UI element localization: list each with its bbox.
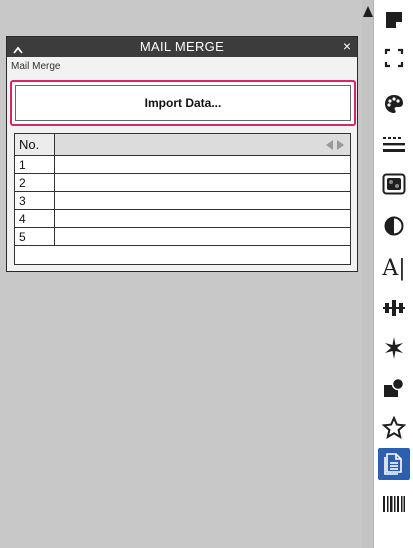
frame-corners-icon[interactable] xyxy=(378,42,410,74)
workspace: MAIL MERGE × Mail Merge Import Data... N… xyxy=(0,0,362,548)
table-row[interactable]: 3 xyxy=(15,192,350,210)
table-row[interactable]: 4 xyxy=(15,210,350,228)
row-number: 5 xyxy=(15,228,55,245)
pattern-icon[interactable] xyxy=(378,168,410,200)
import-highlight: Import Data... xyxy=(10,80,356,126)
scroll-up-icon[interactable] xyxy=(363,6,373,17)
contrast-icon[interactable] xyxy=(378,210,410,242)
shapes-icon[interactable] xyxy=(378,372,410,404)
text-icon[interactable]: A| xyxy=(378,252,410,284)
sparkle-icon[interactable] xyxy=(378,332,410,364)
panel-title-bar: MAIL MERGE × xyxy=(7,37,357,57)
mail-merge-icon[interactable] xyxy=(378,448,410,480)
star-icon[interactable] xyxy=(378,412,410,444)
prev-column-icon[interactable] xyxy=(326,140,333,150)
data-table: No. 1 2 3 4 5 xyxy=(14,133,351,265)
column-header-no: No. xyxy=(15,134,55,155)
next-column-icon[interactable] xyxy=(337,140,344,150)
row-number: 3 xyxy=(15,192,55,209)
panel-subtitle: Mail Merge xyxy=(11,61,61,72)
table-row[interactable]: 5 xyxy=(15,228,350,246)
row-number: 4 xyxy=(15,210,55,227)
scrollbar[interactable] xyxy=(362,0,373,548)
right-toolbar: A| xyxy=(373,0,413,548)
row-number: 2 xyxy=(15,174,55,191)
barcode-icon[interactable] xyxy=(378,488,410,520)
row-number: 1 xyxy=(15,156,55,173)
panel-title: MAIL MERGE xyxy=(139,39,225,54)
column-nav xyxy=(326,140,344,150)
close-icon[interactable]: × xyxy=(343,39,351,53)
table-header: No. xyxy=(15,134,350,156)
page-corner-icon[interactable] xyxy=(378,4,410,36)
table-row[interactable]: 2 xyxy=(15,174,350,192)
align-icon[interactable] xyxy=(378,292,410,324)
mail-merge-panel: MAIL MERGE × Mail Merge Import Data... N… xyxy=(6,36,358,272)
table-row[interactable]: 1 xyxy=(15,156,350,174)
palette-icon[interactable] xyxy=(378,88,410,120)
import-data-button[interactable]: Import Data... xyxy=(15,85,351,121)
lines-icon[interactable] xyxy=(378,128,410,160)
